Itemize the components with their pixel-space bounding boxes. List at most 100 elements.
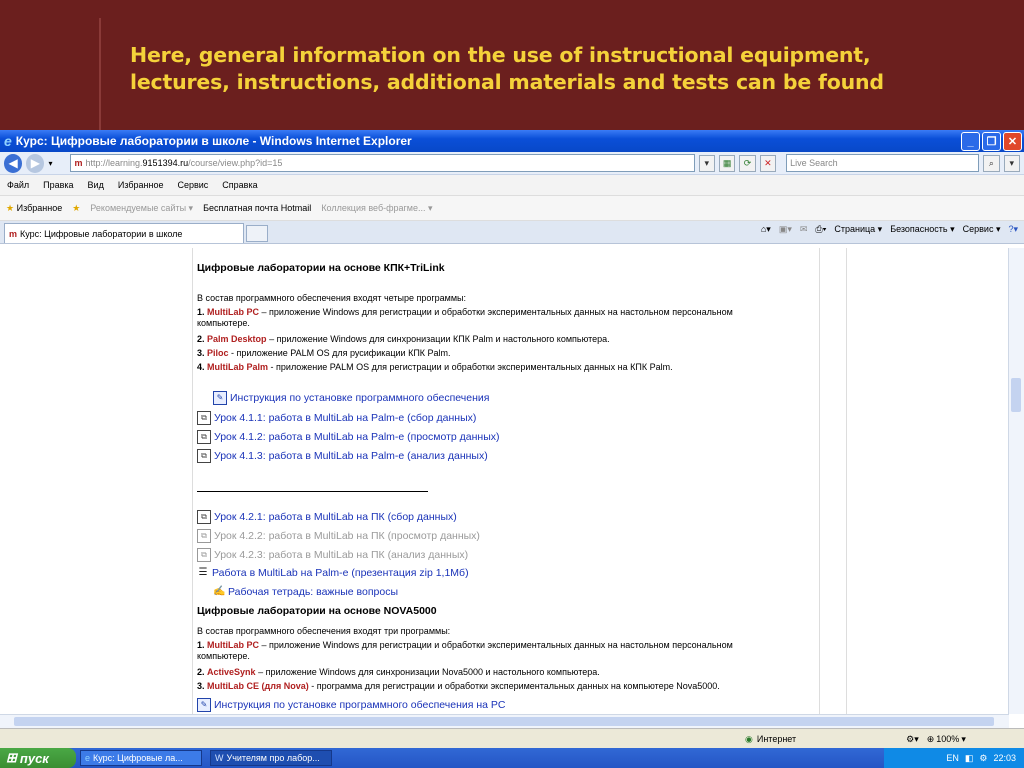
address-bar[interactable]: m http://learning. 9151394.ru/course/view… <box>70 154 695 172</box>
link-label: Работа в MultiLab на Palm-е (презентация… <box>212 567 469 579</box>
add-favorite-icon[interactable]: ★ <box>72 203 80 214</box>
item-text: - приложение PALM OS для русификации КПК… <box>228 348 451 358</box>
forward-button[interactable]: ▶ <box>26 153 45 173</box>
minimize-button[interactable]: _ <box>961 132 980 151</box>
tab-label: Курс: Цифровые лаборатории в школе <box>20 228 183 239</box>
link-presentation-zip[interactable]: ☰ Работа в MultiLab на Palm-е (презентаци… <box>197 567 469 579</box>
program-name: MultiLab PC <box>207 307 260 317</box>
security-menu[interactable]: Безопасность ▾ <box>890 224 954 235</box>
section3-item-2: 2. ActiveSynk – приложение Windows для с… <box>197 667 600 678</box>
menu-tools[interactable]: Сервис <box>177 180 208 190</box>
start-button[interactable]: ⊞ пуск <box>0 748 76 768</box>
column-divider-left <box>192 248 193 714</box>
vertical-scroll-thumb[interactable] <box>1011 378 1021 412</box>
section-divider <box>197 491 428 492</box>
link-lesson-4-2-2[interactable]: ⧉ Урок 4.2.2: работа в MultiLab на ПК (пр… <box>197 529 480 543</box>
program-name: MultiLab PC <box>207 640 260 650</box>
vertical-scrollbar[interactable] <box>1008 248 1024 714</box>
compatibility-button[interactable]: ▦ <box>718 154 736 172</box>
refresh-button[interactable]: ⟳ <box>739 154 756 172</box>
window-titlebar[interactable]: e Курс: Цифровые лаборатории в школе - W… <box>0 130 1024 152</box>
zoom-icon[interactable]: ⊕ <box>927 734 935 745</box>
tools-menu[interactable]: Сервис ▾ <box>963 224 1001 235</box>
tray-shield-icon[interactable]: ◧ <box>965 753 974 764</box>
maximize-button[interactable]: ❐ <box>982 132 1001 151</box>
address-host: 9151394.ru <box>142 158 189 168</box>
menu-help[interactable]: Справка <box>222 180 257 190</box>
link-lesson-4-2-1[interactable]: ⧉ Урок 4.2.1: работа в MultiLab на ПК (сб… <box>197 510 457 524</box>
fav-webslice-gallery[interactable]: Коллекция веб-фрагме... ▾ <box>321 203 432 214</box>
page-menu[interactable]: Страница ▾ <box>834 224 882 235</box>
system-tray: EN ◧ ⚙ 22:03 <box>884 748 1024 768</box>
link-label: Урок 4.1.1: работа в MultiLab на Palm-е … <box>214 412 477 424</box>
horizontal-scrollbar[interactable] <box>0 714 1009 729</box>
item-text: – приложение Windows для регистрации и о… <box>259 307 733 317</box>
command-bar: ⌂▾ ▣▾ ✉ ⎙▾ Страница ▾ Безопасность ▾ Сер… <box>761 224 1018 235</box>
history-dropdown-icon[interactable]: ▾ <box>48 159 52 168</box>
item-number: 1. <box>197 307 205 317</box>
lesson-icon: ⧉ <box>197 529 211 543</box>
site-favicon: m <box>74 158 83 168</box>
address-prefix: http://learning. <box>85 158 143 168</box>
zoom-dropdown-icon[interactable]: ▾ <box>961 734 966 745</box>
home-icon[interactable]: ⌂▾ <box>761 224 771 235</box>
feeds-icon[interactable]: ▣▾ <box>779 224 792 235</box>
column-divider-right <box>819 248 820 714</box>
menu-edit[interactable]: Правка <box>43 180 73 190</box>
link-lesson-4-1-1[interactable]: ⧉ Урок 4.1.1: работа в MultiLab на Palm-е… <box>197 411 476 425</box>
tab-favicon: m <box>9 228 18 239</box>
link-workbook[interactable]: ✍ Рабочая тетрадь: важные вопросы <box>213 586 398 598</box>
stop-button[interactable]: ✕ <box>759 154 777 172</box>
section1-item-4: 4. MultiLab Palm - приложение PALM OS дл… <box>197 362 673 373</box>
section1-item-1-cont: компьютере. <box>197 318 250 328</box>
print-icon[interactable]: ⎙▾ <box>815 224 826 235</box>
favorites-button[interactable]: ★ Избранное <box>6 203 62 214</box>
program-name: Piloc <box>207 348 229 358</box>
search-input[interactable]: Live Search <box>786 154 980 172</box>
language-indicator[interactable]: EN <box>946 753 959 763</box>
document-icon: ✎ <box>213 391 227 405</box>
link-lesson-4-2-3[interactable]: ⧉ Урок 4.2.3: работа в MultiLab на ПК (ан… <box>197 548 468 562</box>
ie-task-icon: e <box>85 753 91 763</box>
windows-logo-icon: ⊞ <box>6 750 17 765</box>
search-button[interactable]: ⌕ <box>983 154 1000 172</box>
link-install-instructions[interactable]: ✎ Инструкция по установке программного об… <box>213 391 489 405</box>
fav-suggested-sites[interactable]: Рекомендуемые сайты ▾ <box>90 203 193 214</box>
menu-view[interactable]: Вид <box>88 180 104 190</box>
link-install-instructions-pc[interactable]: ✎ Инструкция по установке программного об… <box>197 698 506 712</box>
close-button[interactable]: ✕ <box>1003 132 1022 151</box>
tray-network-icon[interactable]: ⚙ <box>979 753 987 764</box>
section1-item-1: 1. MultiLab PC – приложение Windows для … <box>197 307 733 318</box>
search-options-button[interactable]: ▾ <box>1003 154 1020 172</box>
link-lesson-4-1-2[interactable]: ⧉ Урок 4.1.2: работа в MultiLab на Palm-е… <box>197 430 500 444</box>
address-dropdown-button[interactable]: ▾ <box>698 154 715 172</box>
document-icon: ✎ <box>197 698 211 712</box>
search-placeholder: Live Search <box>790 158 838 168</box>
protected-mode-icon[interactable]: ⚙▾ <box>906 734 919 745</box>
tab-course[interactable]: m Курс: Цифровые лаборатории в школе <box>4 223 244 243</box>
clock[interactable]: 22:03 <box>993 753 1016 763</box>
column-divider-right-outer <box>846 248 847 714</box>
link-lesson-4-1-3[interactable]: ⧉ Урок 4.1.3: работа в MultiLab на Palm-е… <box>197 449 488 463</box>
menu-favorites[interactable]: Избранное <box>118 180 164 190</box>
fav-hotmail[interactable]: Бесплатная почта Hotmail <box>203 203 311 213</box>
mail-icon[interactable]: ✉ <box>800 224 808 235</box>
menu-file[interactable]: Файл <box>7 180 29 190</box>
favorites-label: Избранное <box>16 202 63 213</box>
link-label: Инструкция по установке программного обе… <box>230 392 490 404</box>
window-title: Курс: Цифровые лаборатории в школе - Win… <box>15 134 412 148</box>
status-zone: Интернет <box>756 734 797 744</box>
program-name: MultiLab CE (для Nova) <box>207 681 309 691</box>
slide-title: Here, general information on the use of … <box>130 42 1010 96</box>
help-icon[interactable]: ?▾ <box>1008 224 1018 235</box>
address-row: ◀ ▶ ▾ m http://learning. 9151394.ru/cours… <box>0 152 1024 175</box>
window-controls: _ ❐ ✕ <box>961 132 1022 151</box>
zoom-level[interactable]: 100% <box>936 734 959 744</box>
taskbar-item-word[interactable]: W Учителям про лабор... <box>210 750 332 766</box>
horizontal-scroll-thumb[interactable] <box>14 717 994 726</box>
lesson-icon: ⧉ <box>197 548 211 562</box>
taskbar-item-course[interactable]: e Курс: Цифровые ла... <box>80 750 202 766</box>
star-icon: ★ <box>6 202 15 213</box>
new-tab-button[interactable] <box>246 225 268 242</box>
back-button[interactable]: ◀ <box>4 153 23 173</box>
